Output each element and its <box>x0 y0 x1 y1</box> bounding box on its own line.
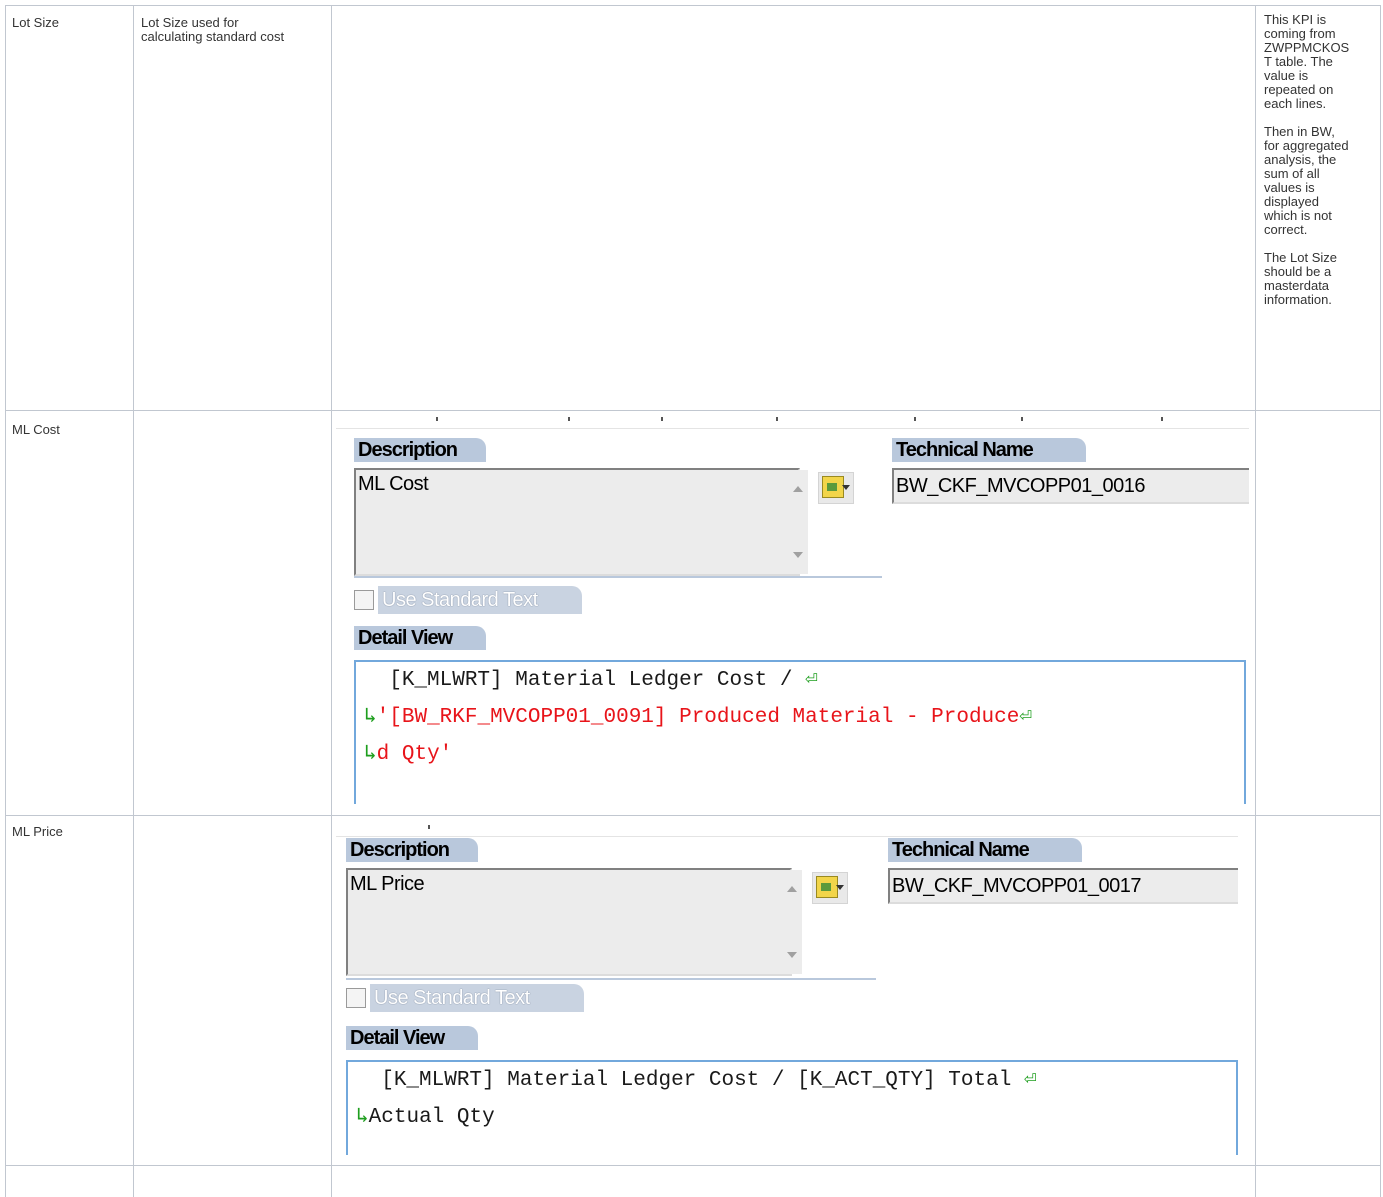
use-standard-text-checkbox[interactable] <box>346 988 366 1008</box>
documentation-table: Lot Size Lot Size used for calculating s… <box>0 0 1383 1197</box>
group-underline <box>346 978 876 980</box>
kpi-name-cell: ML Cost <box>12 422 60 437</box>
use-standard-text-label: Use Standard Text <box>370 984 584 1012</box>
kpi-name-cell: Lot Size <box>12 15 59 30</box>
col-border <box>133 5 134 1197</box>
formula-line: [K_MLWRT] Material Ledger Cost / ⏎ <box>389 669 818 692</box>
scroll-up-icon[interactable] <box>793 486 803 492</box>
row-border <box>5 5 1381 6</box>
line-continue-icon: ↳ <box>356 1106 369 1129</box>
description-group-label: Description <box>346 838 478 862</box>
group-underline <box>354 576 882 578</box>
technical-name-field[interactable]: BW_CKF_MVCOPP01_0017 <box>888 868 1238 904</box>
formula-screenshot: Description ML Cost Technical Name BW_CK… <box>336 414 1249 804</box>
scroll-down-icon[interactable] <box>787 952 797 958</box>
use-standard-text-label: Use Standard Text <box>378 586 582 614</box>
row-border <box>5 410 1381 411</box>
description-field[interactable]: ML Cost <box>354 468 800 576</box>
detail-view-group-label: Detail View <box>346 1026 478 1050</box>
detail-view-editor[interactable]: [K_MLWRT] Material Ledger Cost / ⏎ ↳'[BW_… <box>354 660 1246 804</box>
kpi-name-cell: ML Price <box>12 824 63 839</box>
dropdown-arrow-icon <box>836 885 844 890</box>
description-field[interactable]: ML Price <box>346 868 792 976</box>
text-variable-icon <box>816 876 838 898</box>
col-border <box>331 5 332 1197</box>
comment-cell: This KPI is coming from ZWPPMCKOS T tabl… <box>1264 13 1374 321</box>
text-variable-icon <box>822 476 844 498</box>
comment-paragraph: The Lot Size should be a masterdata info… <box>1264 250 1337 307</box>
description-scrollbar[interactable] <box>788 470 808 574</box>
line-continue-icon: ↳ <box>364 706 377 729</box>
ruler <box>336 414 1249 429</box>
line-wrap-icon: ⏎ <box>1023 1069 1037 1092</box>
line-wrap-icon: ⏎ <box>805 669 818 692</box>
technical-name-field[interactable]: BW_CKF_MVCOPP01_0016 <box>892 468 1249 504</box>
formula-line: ↳'[BW_RKF_MVCOPP01_0091] Produced Materi… <box>364 706 1033 729</box>
line-wrap-icon: ⏎ <box>1019 706 1033 729</box>
text-variable-button[interactable] <box>812 872 848 904</box>
formula-line: ↳d Qty' <box>364 743 453 766</box>
formula-screenshot: Description ML Price Technical Name BW_C… <box>336 822 1238 1155</box>
description-group-label: Description <box>354 438 486 462</box>
line-continue-icon: ↳ <box>364 743 377 766</box>
dropdown-arrow-icon <box>842 485 850 490</box>
technical-name-group-label: Technical Name <box>892 438 1086 462</box>
col-border <box>5 5 6 1197</box>
formula-line: ↳Actual Qty <box>356 1106 495 1129</box>
row-border <box>5 1165 1381 1166</box>
col-border <box>1255 5 1256 1197</box>
detail-view-group-label: Detail View <box>354 626 486 650</box>
comment-paragraph: This KPI is coming from ZWPPMCKOS T tabl… <box>1264 12 1350 111</box>
row-border <box>5 815 1381 816</box>
description-scrollbar[interactable] <box>782 870 802 974</box>
scroll-up-icon[interactable] <box>787 886 797 892</box>
kpi-definition-cell: Lot Size used for calculating standard c… <box>141 15 285 44</box>
formula-line: [K_MLWRT] Material Ledger Cost / [K_ACT_… <box>381 1069 1037 1092</box>
use-standard-text-checkbox[interactable] <box>354 590 374 610</box>
scroll-down-icon[interactable] <box>793 552 803 558</box>
text-variable-button[interactable] <box>818 472 854 504</box>
technical-name-group-label: Technical Name <box>888 838 1082 862</box>
col-border <box>1380 5 1381 1197</box>
detail-view-editor[interactable]: [K_MLWRT] Material Ledger Cost / [K_ACT_… <box>346 1060 1238 1155</box>
ruler <box>336 822 1238 837</box>
comment-paragraph: Then in BW, for aggregated analysis, the… <box>1264 124 1349 237</box>
